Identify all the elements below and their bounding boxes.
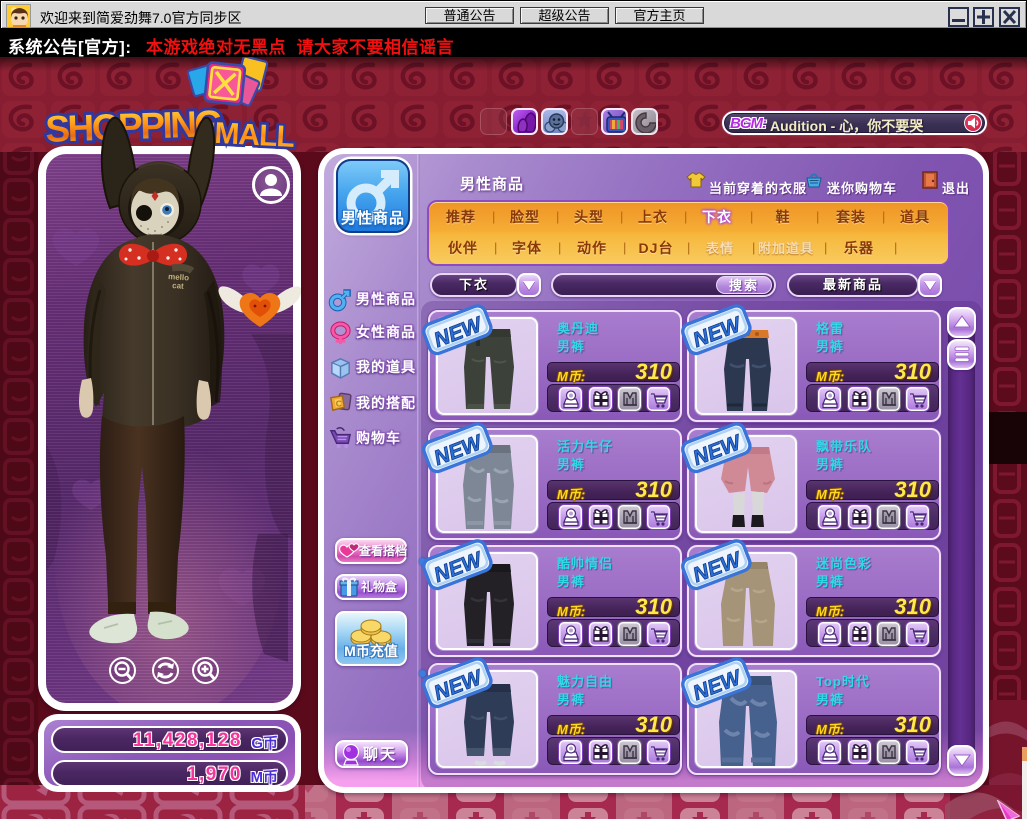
svg-text:MALL: MALL [214, 117, 296, 152]
svg-text:SHOPPING: SHOPPING [45, 103, 222, 150]
svg-text:C: C [336, 398, 342, 408]
